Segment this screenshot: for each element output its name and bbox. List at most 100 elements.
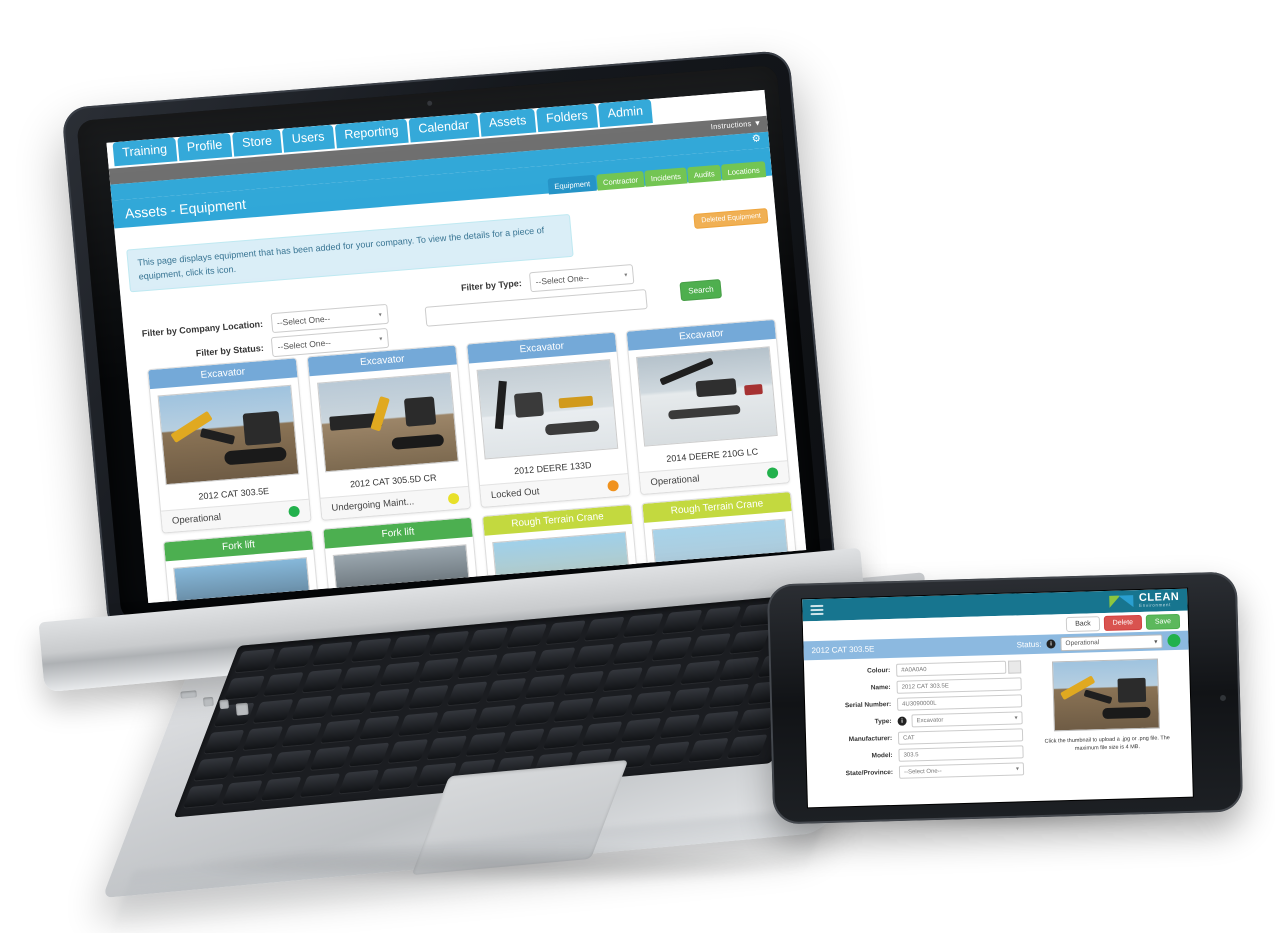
hamburger-icon[interactable] xyxy=(810,604,824,616)
photo-detail xyxy=(744,384,763,396)
field-label: Colour: xyxy=(866,666,891,675)
equipment-photo[interactable] xyxy=(636,346,778,447)
laptop-ports xyxy=(180,684,263,731)
desktop-app-screen: Training Profile Store Users Reporting Calend… xyxy=(106,89,807,603)
status-badge xyxy=(288,505,301,518)
card-type-header: Rough Terrain Crane xyxy=(642,492,792,523)
status-badge xyxy=(447,492,460,505)
info-icon[interactable]: i xyxy=(1046,639,1056,649)
photo-detail xyxy=(494,380,507,430)
instructions-label: Instructions xyxy=(710,119,752,132)
page-title: Assets - Equipment xyxy=(124,195,247,222)
field-name: Name: 2012 CAT 303.5E xyxy=(813,677,1022,696)
colour-swatch[interactable] xyxy=(1007,660,1022,674)
nav-tab-profile[interactable]: Profile xyxy=(176,132,233,161)
nav-tab-admin[interactable]: Admin xyxy=(597,99,654,127)
search-button[interactable]: Search xyxy=(679,279,723,302)
field-model: Model: 303.5 xyxy=(814,745,1024,764)
photo-detail xyxy=(403,396,437,427)
type-select[interactable]: Excavator ▾ xyxy=(911,711,1023,728)
field-label: Manufacturer: xyxy=(848,734,893,744)
equipment-photo[interactable] xyxy=(317,371,459,473)
type-value: Excavator xyxy=(916,717,944,724)
laptop-shadow xyxy=(180,845,820,885)
nav-tab-users[interactable]: Users xyxy=(281,124,335,153)
photo-detail xyxy=(242,410,282,446)
equipment-card[interactable]: Excavator 2012 DEERE 133D Locked Out xyxy=(466,331,631,508)
save-button[interactable]: Save xyxy=(1145,613,1181,630)
photo-detail xyxy=(513,391,544,418)
gear-icon[interactable]: ⚙ xyxy=(751,133,761,145)
nav-tab-folders[interactable]: Folders xyxy=(536,103,598,132)
state-province-select[interactable]: --Select One-- ▾ xyxy=(898,762,1025,779)
equipment-card[interactable]: Excavator 2012 CAT 305.5D CR Undergoing … xyxy=(306,344,472,521)
photo-detail xyxy=(1117,677,1147,703)
status-value: Operational xyxy=(1065,639,1100,648)
mobile-app-screen: CLEAN Environment Back Delete Save 2012 … xyxy=(802,588,1193,808)
photo-detail xyxy=(695,378,737,398)
status-badge xyxy=(766,467,779,479)
field-label: Serial Number: xyxy=(844,700,892,710)
photo-detail xyxy=(668,404,741,420)
info-icon[interactable]: i xyxy=(897,716,907,726)
logo-mark-icon xyxy=(1108,594,1135,609)
nav-tab-training[interactable]: Training xyxy=(112,137,178,166)
field-manufacturer: Manufacturer: CAT xyxy=(814,728,1024,747)
equipment-thumbnail[interactable] xyxy=(1052,658,1160,732)
field-colour: Colour: #A0A0A0 xyxy=(812,660,1022,679)
chevron-down-icon: ▾ xyxy=(379,335,383,343)
nav-tab-assets[interactable]: Assets xyxy=(478,108,537,137)
field-type: Type: i Excavator ▾ xyxy=(813,711,1023,730)
page-content: Deleted Equipment This page displays equ… xyxy=(114,176,806,603)
equipment-status-label: Operational xyxy=(649,473,700,489)
status-badge xyxy=(1167,633,1181,648)
photo-detail xyxy=(544,420,600,436)
filter-status-label: Filter by Status: xyxy=(195,342,265,359)
chevron-down-icon: ▾ xyxy=(378,311,382,319)
photo-detail xyxy=(1083,689,1113,705)
equipment-status-label: Operational xyxy=(171,511,222,527)
filter-status-value: --Select One-- xyxy=(277,337,332,352)
colour-field[interactable]: #A0A0A0 xyxy=(896,660,1007,677)
status-badge xyxy=(607,479,620,492)
equipment-photo[interactable] xyxy=(157,384,300,486)
name-field[interactable]: 2012 CAT 303.5E xyxy=(896,677,1022,694)
instructions-dropdown[interactable]: Instructions ▼ xyxy=(710,118,761,131)
equipment-card[interactable]: Excavator 2012 CAT 303.5E Operational xyxy=(147,357,312,534)
card-type-header: Fork lift xyxy=(163,530,314,562)
nav-tab-calendar[interactable]: Calendar xyxy=(408,113,480,142)
filter-type-select[interactable]: --Select One-- ▾ xyxy=(528,264,635,293)
equipment-card[interactable]: Excavator 2014 DEERE 210G LC Operational xyxy=(625,318,791,496)
deleted-equipment-button[interactable]: Deleted Equipment xyxy=(693,208,769,229)
photo-detail xyxy=(1102,706,1151,720)
card-type-header: Fork lift xyxy=(323,517,473,549)
nav-tab-reporting[interactable]: Reporting xyxy=(334,118,409,148)
back-button[interactable]: Back xyxy=(1065,615,1100,632)
record-title: 2012 CAT 303.5E xyxy=(811,644,875,656)
delete-button[interactable]: Delete xyxy=(1103,614,1143,631)
serial-number-field[interactable]: 4U3090000L xyxy=(896,694,1023,711)
model-field[interactable]: 303.5 xyxy=(898,745,1024,762)
field-label: Model: xyxy=(871,751,893,760)
status-select[interactable]: Operational ▾ xyxy=(1060,633,1163,651)
equipment-status-label: Undergoing Maint... xyxy=(331,496,415,514)
equipment-photo[interactable] xyxy=(476,359,619,460)
field-label: Name: xyxy=(870,683,891,692)
thumbnail-panel: Click the thumbnail to upload a .jpg or … xyxy=(1029,656,1184,779)
card-type-header: Rough Terrain Crane xyxy=(482,504,633,536)
manufacturer-field[interactable]: CAT xyxy=(897,728,1024,745)
filter-type-value: --Select One-- xyxy=(535,272,590,287)
field-label: Type: xyxy=(874,717,892,726)
brand-logo: CLEAN Environment xyxy=(1108,591,1180,609)
chevron-down-icon: ▾ xyxy=(1154,638,1158,646)
mobile-record-body: Colour: #A0A0A0 Name: 2012 CAT 303.5E Se… xyxy=(804,650,1193,792)
chevron-down-icon: ▾ xyxy=(624,271,628,279)
laptop-lid: Training Profile Store Users Reporting Calend… xyxy=(61,49,837,637)
search-input[interactable] xyxy=(424,289,648,327)
equipment-form: Colour: #A0A0A0 Name: 2012 CAT 303.5E Se… xyxy=(812,660,1025,785)
filter-company-location-value: --Select One-- xyxy=(276,313,331,328)
field-label: State/Province: xyxy=(845,768,894,778)
state-province-value: --Select One-- xyxy=(903,768,942,776)
field-serial-number: Serial Number: 4U3090000L xyxy=(813,694,1023,713)
nav-tab-store[interactable]: Store xyxy=(232,128,283,157)
